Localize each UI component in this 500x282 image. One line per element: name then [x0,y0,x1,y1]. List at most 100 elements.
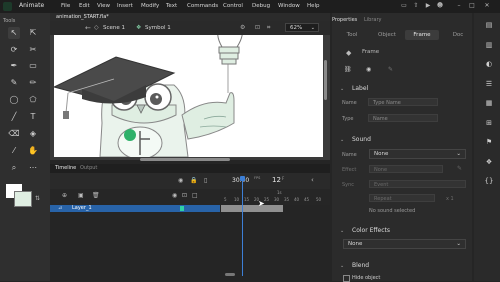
frame-span[interactable] [221,205,283,212]
outline-icon[interactable]: ▯ [204,177,207,184]
fill-color-swatch[interactable] [14,191,32,207]
swap-colors-icon[interactable]: ⇅ [35,195,40,202]
sound-section-title[interactable]: Sound [352,136,371,143]
zoom-tool-icon[interactable]: ⌕ [8,162,20,174]
maximize-icon[interactable]: □ [468,2,476,9]
workspace-icon[interactable]: ▭ [400,2,408,9]
breadcrumb-symbol[interactable]: Symbol 1 [145,25,171,31]
free-transform-tool-icon[interactable]: ⟳ [8,44,20,56]
pencil-tool-icon[interactable]: ✏ [27,77,39,89]
current-frame[interactable]: 12 [272,176,281,184]
tab-frame[interactable]: Frame [405,30,439,40]
tab-object[interactable]: Object [372,30,402,40]
rectangle-tool-icon[interactable]: ▭ [27,60,39,72]
share-icon[interactable]: ⇧ [412,2,420,9]
stage-transform-icon[interactable]: ⊡ [255,24,260,31]
menu-edit[interactable]: Edit [79,3,90,9]
properties-tab[interactable]: Properties [332,17,357,23]
new-layer-icon[interactable]: ⊕ [62,192,67,199]
hand-tool-icon[interactable]: ✋ [27,145,39,157]
document-tab[interactable]: animation_START.fla* [50,13,330,21]
layer-name[interactable]: Layer_1 [72,205,92,211]
label-name-input[interactable]: Type Name [368,98,438,106]
menu-window[interactable]: Window [278,3,300,9]
menu-insert[interactable]: Insert [117,3,133,9]
menu-text[interactable]: Text [166,3,177,9]
frame-ruler[interactable]: 1s 5 10 15 20 25 30 35 40 45 50 [221,189,330,205]
pen-tool-icon[interactable]: ✒ [8,60,20,72]
sound-name-select[interactable]: None ⌄ [369,149,466,159]
outline-toggle-icon[interactable]: □ [192,192,198,199]
playhead-handle[interactable] [240,176,245,181]
code-snippets-icon[interactable]: {} [484,176,494,186]
clip-content-icon[interactable]: ⌗ [267,24,270,32]
selection-tool-icon[interactable]: ↖ [8,27,20,39]
tab-tool[interactable]: Tool [340,30,364,40]
label-type-select[interactable]: Name [368,114,438,122]
test-movie-icon[interactable]: ▶ [424,2,432,9]
timeline-scrollbar[interactable] [225,273,235,276]
show-all-layers-icon[interactable]: ◉ [178,177,183,184]
polystar-tool-icon[interactable]: ⬠ [27,94,39,106]
chevron-left-icon[interactable]: ‹ [311,176,314,184]
lasso-tool-icon[interactable]: ✂ [27,44,39,56]
edit-symbols-icon[interactable]: ⚙ [240,24,245,31]
text-tool-icon[interactable]: T [27,111,39,123]
menu-control[interactable]: Control [223,3,243,9]
new-folder-icon[interactable]: ▣ [78,192,84,199]
zoom-select[interactable]: 62% ⌄ [285,23,319,32]
oval-tool-icon[interactable]: ◯ [8,94,20,106]
close-icon[interactable]: ✕ [483,2,491,9]
eyedropper-tool-icon[interactable]: ⁄ [8,145,20,157]
line-tool-icon[interactable]: ╱ [8,111,20,123]
menu-commands[interactable]: Commands [187,3,218,9]
chevron-down-icon[interactable]: ⌄ [340,228,344,234]
playhead[interactable] [242,176,243,276]
owl-artwork[interactable] [52,24,323,160]
horizontal-scrollbar[interactable] [140,158,230,161]
delete-layer-icon[interactable]: 🗑 [92,192,100,199]
tab-output[interactable]: Output [80,165,97,171]
menu-view[interactable]: View [97,3,110,9]
user-icon[interactable]: ☻ [436,2,444,9]
back-arrow-icon[interactable]: ← [85,24,91,32]
menu-help[interactable]: Help [307,3,320,9]
layer-color-marker[interactable] [180,206,184,211]
brush-tool-icon[interactable]: ✎ [8,77,20,89]
chevron-down-icon[interactable]: ⌄ [340,263,344,269]
frame-link-icon[interactable]: ⛓ [344,66,352,73]
transform-panel-icon[interactable]: ⊞ [484,118,494,128]
assets-panel-icon[interactable]: ⚑ [484,137,494,147]
vertical-scrollbar[interactable] [324,60,327,100]
color-effects-section-title[interactable]: Color Effects [352,227,390,234]
paint-bucket-tool-icon[interactable]: ◈ [27,128,39,140]
menu-debug[interactable]: Debug [252,3,270,9]
lock-toggle-icon[interactable]: ⊡ [182,192,187,199]
swatches-panel-icon[interactable]: ▦ [484,98,494,108]
minimize-icon[interactable]: – [455,2,463,9]
canvas[interactable] [52,24,323,160]
subselection-tool-icon[interactable]: ⇱ [27,27,39,39]
color-effect-select[interactable]: None ⌄ [343,239,466,249]
visibility-toggle-icon[interactable]: ◉ [172,192,177,199]
lock-icon[interactable]: 🔒 [190,177,197,184]
tab-doc[interactable]: Doc [446,30,470,40]
blend-section-title[interactable]: Blend [352,262,369,269]
library-tab[interactable]: Library [364,17,381,23]
align-panel-icon[interactable]: ☰ [484,79,494,89]
layer-row[interactable]: ⊿ Layer_1 [50,205,220,212]
chevron-down-icon[interactable]: ⌄ [340,86,344,92]
menu-modify[interactable]: Modify [141,3,159,9]
components-panel-icon[interactable]: ❖ [484,157,494,167]
more-tools-icon[interactable]: ⋯ [27,162,39,174]
chevron-down-icon[interactable]: ⌄ [340,137,344,143]
properties-panel-icon[interactable]: ▤ [484,20,494,30]
frame-eye-icon[interactable]: ◉ [366,66,371,73]
menu-file[interactable]: File [61,3,70,9]
label-section-title[interactable]: Label [352,85,368,92]
tab-timeline[interactable]: Timeline [55,165,76,171]
breadcrumb-scene[interactable]: Scene 1 [103,25,125,31]
color-panel-icon[interactable]: ◐ [484,59,494,69]
library-panel-icon[interactable]: ▥ [484,40,494,50]
eraser-tool-icon[interactable]: ⌫ [8,128,20,140]
